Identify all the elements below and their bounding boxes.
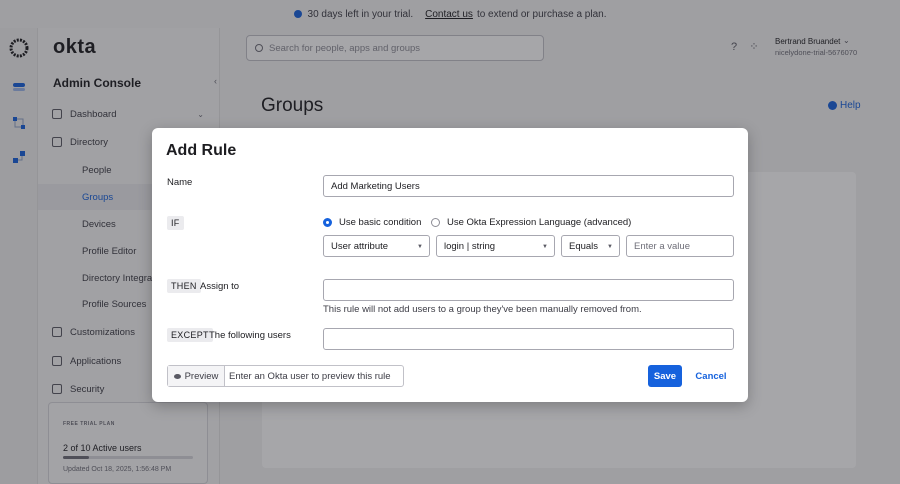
if-tag: IF	[167, 216, 184, 230]
eye-icon	[173, 373, 181, 379]
attribute-type-value: User attribute	[331, 240, 389, 252]
name-label: Name	[167, 177, 193, 188]
except-users-input[interactable]	[323, 328, 734, 350]
assign-to-label: Assign to	[200, 281, 240, 292]
preview-label: Preview	[184, 370, 219, 382]
operator-select[interactable]: Equals ▼	[561, 235, 620, 257]
except-users-label: The following users	[209, 330, 291, 341]
condition-value-input[interactable]: Enter a value	[626, 235, 734, 257]
except-tag: EXCEPT	[167, 328, 213, 342]
caret-down-icon: ▼	[607, 244, 613, 250]
basic-condition-label[interactable]: Use basic condition	[339, 217, 421, 228]
advanced-condition-label[interactable]: Use Okta Expression Language (advanced)	[447, 217, 631, 228]
preview-group: Preview Enter an Okta user to preview th…	[167, 365, 404, 387]
advanced-condition-radio[interactable]	[431, 218, 440, 227]
attribute-type-select[interactable]: User attribute ▼	[323, 235, 430, 257]
operator-value: Equals	[569, 240, 599, 252]
save-button[interactable]: Save	[648, 365, 682, 387]
basic-condition-radio[interactable]	[323, 218, 332, 227]
attribute-field-select[interactable]: login | string ▼	[436, 235, 555, 257]
assign-hint: This rule will not add users to a group …	[323, 304, 642, 315]
add-rule-dialog: Add Rule Name Add Marketing Users IF Use…	[152, 128, 748, 402]
cancel-button[interactable]: Cancel	[690, 365, 732, 387]
rule-name-input[interactable]: Add Marketing Users	[323, 175, 734, 197]
caret-down-icon: ▼	[542, 244, 548, 250]
dialog-title: Add Rule	[166, 142, 237, 159]
then-tag: THEN	[167, 279, 201, 293]
preview-user-input[interactable]: Enter an Okta user to preview this rule	[225, 371, 391, 382]
preview-button[interactable]: Preview	[168, 366, 225, 386]
assign-group-input[interactable]	[323, 279, 734, 301]
caret-down-icon: ▼	[417, 244, 423, 250]
attribute-field-value: login | string	[444, 240, 496, 252]
